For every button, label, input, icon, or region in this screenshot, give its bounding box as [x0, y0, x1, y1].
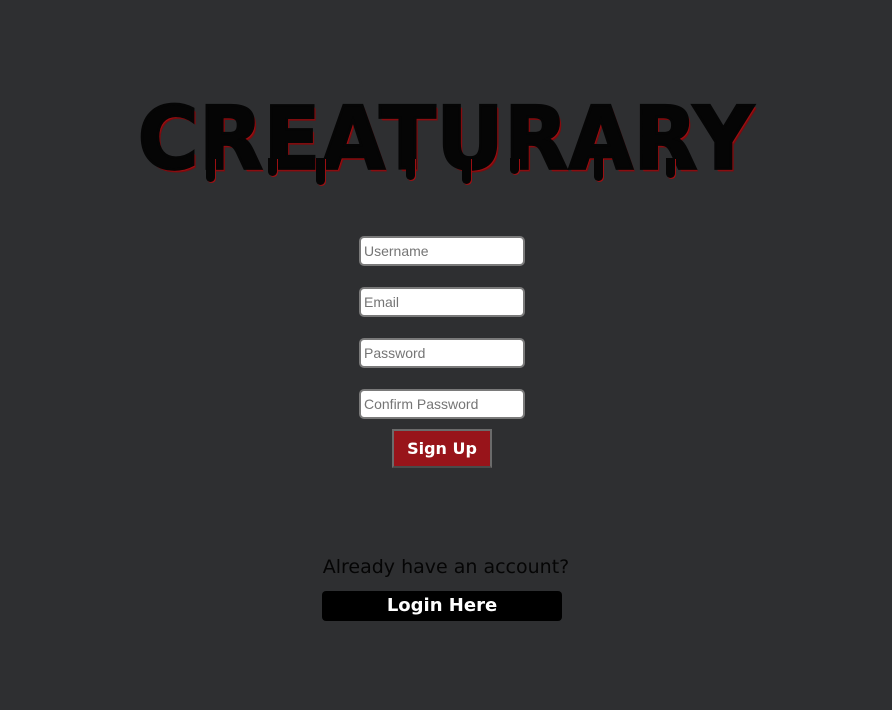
logo-drip	[510, 158, 519, 174]
password-input[interactable]	[359, 338, 525, 368]
username-input[interactable]	[359, 236, 525, 266]
logo-drip	[316, 158, 325, 185]
app-logo: CREATURARY	[137, 87, 755, 190]
logo-drip	[206, 158, 215, 182]
signup-button[interactable]: Sign Up	[392, 429, 492, 468]
login-prompt: Already have an account?	[322, 556, 570, 578]
logo-drip	[268, 158, 277, 176]
logo-drip	[666, 158, 675, 178]
confirm-password-input[interactable]	[359, 389, 525, 419]
login-link[interactable]: Login Here	[322, 591, 562, 621]
logo-drip	[594, 158, 603, 181]
logo-drip	[406, 158, 415, 180]
logo-drip	[462, 158, 471, 184]
email-input[interactable]	[359, 287, 525, 317]
